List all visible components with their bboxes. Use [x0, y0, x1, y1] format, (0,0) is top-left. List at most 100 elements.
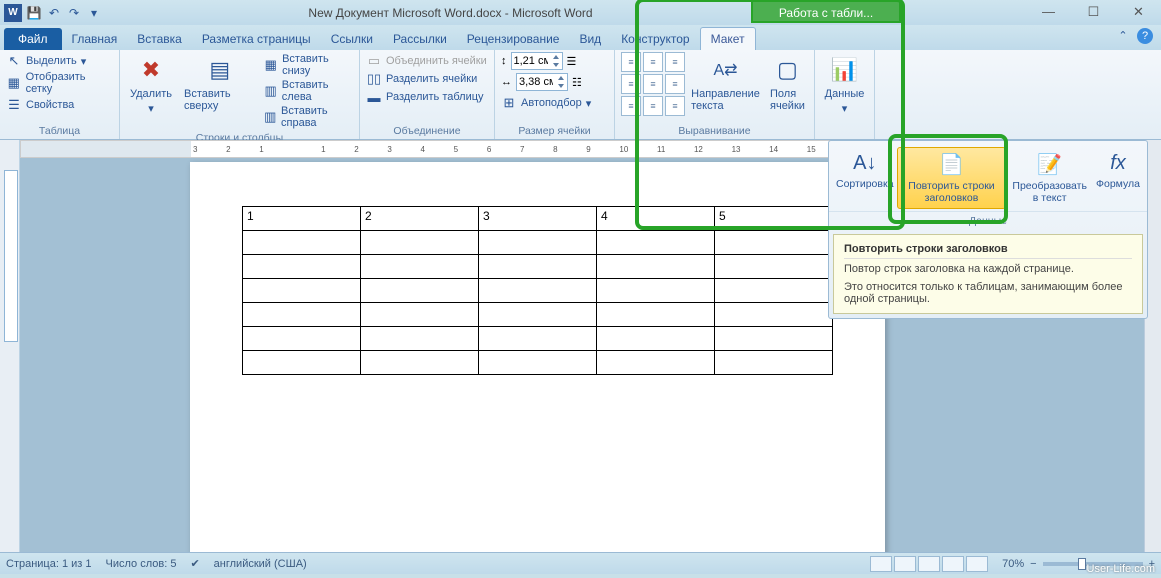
table-cell[interactable] — [597, 327, 715, 351]
text-direction-button[interactable]: A⇄ Направление текста — [693, 52, 758, 114]
table-cell[interactable] — [243, 303, 361, 327]
align-mr[interactable]: ≡ — [665, 74, 685, 94]
split-table-button[interactable]: ▬Разделить таблицу — [366, 88, 488, 106]
properties-button[interactable]: ☰Свойства — [6, 96, 113, 114]
align-bl[interactable]: ≡ — [621, 96, 641, 116]
row-height-input[interactable] — [511, 52, 563, 70]
align-tl[interactable]: ≡ — [621, 52, 641, 72]
table-cell[interactable] — [361, 231, 479, 255]
split-cells-icon: ▯▯ — [366, 71, 382, 87]
table-cell[interactable] — [479, 255, 597, 279]
tab-page-layout[interactable]: Разметка страницы — [192, 28, 321, 50]
table-cell[interactable]: 2 — [361, 207, 479, 231]
document-table[interactable]: 12345 — [242, 206, 833, 375]
table-cell[interactable] — [597, 231, 715, 255]
tab-home[interactable]: Главная — [62, 28, 128, 50]
table-cell[interactable] — [361, 303, 479, 327]
distribute-cols-icon[interactable]: ☷ — [572, 76, 582, 89]
table-cell[interactable] — [243, 255, 361, 279]
table-cell[interactable] — [243, 231, 361, 255]
insert-left-button[interactable]: ▥Вставить слева — [263, 78, 353, 104]
close-button[interactable]: ✕ — [1116, 0, 1161, 23]
insert-below-button[interactable]: ▦Вставить снизу — [263, 52, 353, 78]
zoom-out-button[interactable]: − — [1030, 558, 1036, 570]
tab-layout[interactable]: Макет — [700, 27, 756, 50]
view-outline[interactable] — [942, 556, 964, 572]
table-cell[interactable] — [597, 279, 715, 303]
table-cell[interactable] — [715, 231, 833, 255]
align-mc[interactable]: ≡ — [643, 74, 663, 94]
table-cell[interactable] — [715, 351, 833, 375]
title-bar: W 💾 ↶ ↷ ▾ New Документ Microsoft Word.do… — [0, 0, 1161, 25]
file-tab[interactable]: Файл — [4, 28, 62, 50]
cell-margins-button[interactable]: ▢ Поля ячейки — [766, 52, 809, 114]
view-print-layout[interactable] — [870, 556, 892, 572]
table-cell[interactable]: 3 — [479, 207, 597, 231]
table-cell[interactable] — [715, 279, 833, 303]
proofing-icon[interactable]: ✔ — [190, 557, 199, 570]
col-width-input[interactable] — [516, 73, 568, 91]
view-web-layout[interactable] — [918, 556, 940, 572]
table-cell[interactable] — [361, 327, 479, 351]
table-cell[interactable] — [479, 327, 597, 351]
table-cell[interactable] — [243, 327, 361, 351]
table-cell[interactable]: 5 — [715, 207, 833, 231]
group-cell-size-label: Размер ячейки — [501, 123, 608, 139]
view-draft[interactable] — [966, 556, 988, 572]
table-cell[interactable] — [715, 303, 833, 327]
insert-above-button[interactable]: ▤ Вставить сверху — [180, 52, 259, 130]
view-gridlines-button[interactable]: ▦Отобразить сетку — [6, 70, 113, 96]
table-cell[interactable]: 1 — [243, 207, 361, 231]
table-cell[interactable] — [361, 255, 479, 279]
zoom-level[interactable]: 70% — [1002, 558, 1024, 570]
autofit-button[interactable]: ⊞Автоподбор ▾ — [501, 94, 608, 112]
maximize-button[interactable]: ☐ — [1071, 0, 1116, 23]
table-cell[interactable] — [715, 327, 833, 351]
table-cell[interactable] — [479, 303, 597, 327]
table-tools-label: Работа с табли... — [751, 0, 901, 23]
tab-mailings[interactable]: Рассылки — [383, 28, 457, 50]
status-word-count[interactable]: Число слов: 5 — [106, 558, 177, 570]
table-cell[interactable] — [243, 351, 361, 375]
align-br[interactable]: ≡ — [665, 96, 685, 116]
table-cell[interactable] — [479, 351, 597, 375]
help-icon[interactable]: ? — [1137, 28, 1153, 44]
table-cell[interactable] — [597, 255, 715, 279]
minimize-button[interactable]: — — [1026, 0, 1071, 23]
watermark: User-Life.com — [1087, 563, 1155, 575]
table-cell[interactable] — [597, 303, 715, 327]
tab-view[interactable]: Вид — [569, 28, 611, 50]
view-full-screen[interactable] — [894, 556, 916, 572]
tab-review[interactable]: Рецензирование — [457, 28, 570, 50]
align-tc[interactable]: ≡ — [643, 52, 663, 72]
formula-button[interactable]: fx Формула — [1093, 147, 1143, 209]
table-cell[interactable] — [479, 279, 597, 303]
split-cells-button[interactable]: ▯▯Разделить ячейки — [366, 70, 488, 88]
select-button[interactable]: ↖Выделить ▾ — [6, 52, 113, 70]
data-dropdown-button[interactable]: 📊 Данные▾ — [821, 52, 868, 117]
align-bc[interactable]: ≡ — [643, 96, 663, 116]
table-cell[interactable] — [715, 255, 833, 279]
repeat-header-rows-button[interactable]: 📄 Повторить строки заголовков — [897, 147, 1007, 209]
delete-button[interactable]: ✖ Удалить▾ — [126, 52, 176, 130]
table-cell[interactable] — [597, 351, 715, 375]
distribute-rows-icon[interactable]: ☰ — [567, 55, 577, 68]
table-cell[interactable] — [479, 231, 597, 255]
sort-button[interactable]: A↓ Сортировка — [833, 147, 897, 209]
status-bar: Страница: 1 из 1 Число слов: 5 ✔ английс… — [0, 552, 1161, 574]
table-cell[interactable] — [243, 279, 361, 303]
insert-right-button[interactable]: ▥Вставить справа — [263, 104, 353, 130]
tab-references[interactable]: Ссылки — [321, 28, 383, 50]
minimize-ribbon-icon[interactable]: ⌃ — [1115, 28, 1131, 44]
status-language[interactable]: английский (США) — [214, 558, 307, 570]
status-page[interactable]: Страница: 1 из 1 — [6, 558, 92, 570]
table-cell[interactable] — [361, 279, 479, 303]
align-ml[interactable]: ≡ — [621, 74, 641, 94]
tab-design[interactable]: Конструктор — [611, 28, 699, 50]
align-tr[interactable]: ≡ — [665, 52, 685, 72]
convert-to-text-button[interactable]: 📝 Преобразовать в текст — [1006, 147, 1093, 209]
page: 12345 — [190, 162, 885, 556]
tab-insert[interactable]: Вставка — [127, 28, 192, 50]
table-cell[interactable] — [361, 351, 479, 375]
table-cell[interactable]: 4 — [597, 207, 715, 231]
